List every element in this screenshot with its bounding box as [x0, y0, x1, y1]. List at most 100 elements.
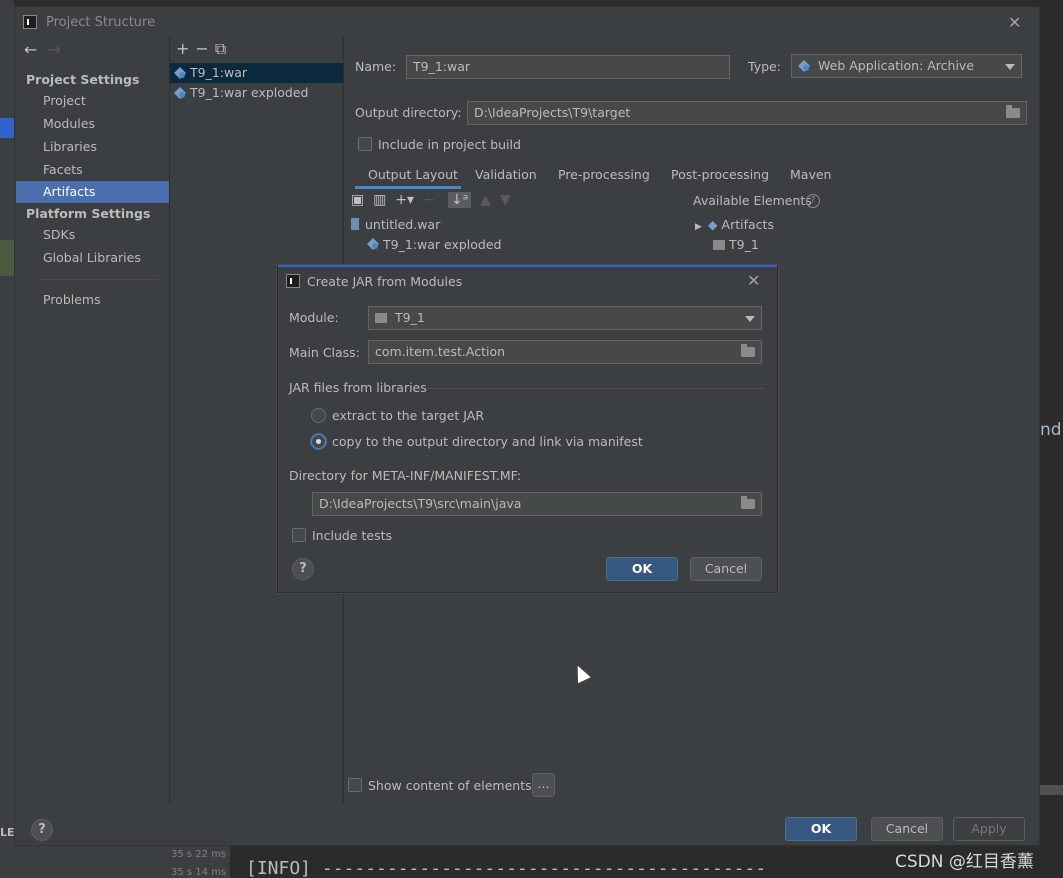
cancel-button[interactable]: Cancel	[871, 817, 943, 841]
web-artifact-icon	[174, 87, 186, 99]
move-up-icon[interactable]: ▲	[480, 192, 491, 208]
sort-icon[interactable]: ↓ᵃ	[448, 192, 472, 208]
name-field[interactable]: T9_1:war	[406, 55, 730, 79]
module-label: Module:	[289, 310, 339, 325]
war-archive-icon	[351, 218, 359, 230]
jar-files-group-label: JAR files from libraries	[289, 380, 427, 395]
module-folder-icon	[375, 313, 387, 323]
sidebar-item-sdks[interactable]: SDKs	[16, 224, 169, 246]
ok-button[interactable]: OK	[606, 557, 678, 581]
background-ide-left	[0, 0, 14, 878]
sidebar-item-global-libraries[interactable]: Global Libraries	[16, 247, 169, 269]
include-in-build-label: Include in project build	[378, 137, 521, 152]
section-header-platform-settings: Platform Settings	[26, 206, 151, 221]
output-directory-field[interactable]: D:\IdeaProjects\T9\target	[467, 101, 1027, 125]
help-button[interactable]: ?	[292, 558, 314, 580]
artifact-item-label: T9_1:war	[190, 65, 248, 80]
remove-icon[interactable]: −	[423, 192, 435, 208]
tab-maven[interactable]: Maven	[790, 167, 831, 182]
background-selection	[0, 118, 14, 138]
show-content-checkbox[interactable]	[348, 778, 362, 792]
extract-radio-label: extract to the target JAR	[332, 408, 485, 423]
sidebar-item-project[interactable]: Project	[16, 90, 169, 112]
archive-icon[interactable]: ▥	[373, 192, 386, 208]
sidebar-item-problems[interactable]: Problems	[16, 289, 169, 311]
add-icon[interactable]: +	[176, 39, 195, 58]
module-folder-icon	[713, 240, 725, 250]
tree-item-label: Artifacts	[721, 217, 774, 232]
available-tree-item[interactable]: T9_1	[713, 237, 759, 252]
tab-validation[interactable]: Validation	[475, 167, 537, 182]
manifest-directory-label: Directory for META-INF/MANIFEST.MF:	[289, 468, 522, 483]
background-editor-fragment: ndE	[1040, 420, 1063, 440]
tab-output-layout[interactable]: Output Layout	[368, 167, 458, 182]
sidebar-item-libraries[interactable]: Libraries	[16, 136, 169, 158]
group-divider	[426, 388, 764, 389]
type-combo[interactable]: Web Application: Archive	[791, 54, 1022, 78]
manifest-directory-field[interactable]: D:\IdeaProjects\T9\src\main\java	[312, 492, 762, 516]
output-directory-label: Output directory:	[355, 105, 462, 120]
folder-icon[interactable]	[1006, 105, 1020, 118]
type-value: Web Application: Archive	[818, 58, 975, 73]
background-timing: 35 s 14 ms	[171, 867, 227, 878]
tree-item-label: T9_1:war exploded	[383, 237, 502, 252]
remove-icon[interactable]: −	[195, 39, 214, 58]
sidebar-item-modules[interactable]: Modules	[16, 113, 169, 135]
artifact-item[interactable]: T9_1:war exploded	[170, 83, 343, 103]
show-content-label: Show content of elements	[368, 778, 532, 793]
output-directory-value: D:\IdeaProjects\T9\target	[474, 105, 631, 120]
show-content-options-button[interactable]: ...	[532, 773, 555, 797]
main-class-field[interactable]: com.item.test.Action	[368, 340, 762, 364]
folder-icon[interactable]	[741, 344, 755, 357]
include-tests-checkbox[interactable]	[292, 528, 306, 542]
folder-icon[interactable]	[741, 496, 755, 509]
help-button[interactable]: ?	[31, 819, 53, 841]
include-in-build-checkbox[interactable]	[358, 137, 372, 151]
type-label: Type:	[748, 59, 781, 74]
intellij-icon	[23, 15, 37, 29]
tree-item-label: untitled.war	[365, 217, 441, 232]
artifact-item[interactable]: T9_1:war	[170, 63, 343, 83]
dialog-title: Create JAR from Modules	[307, 274, 463, 289]
watermark: CSDN @红目香薰	[895, 852, 1034, 872]
intellij-icon	[286, 274, 300, 288]
close-icon[interactable]: ✕	[747, 271, 760, 290]
new-directory-icon[interactable]: ▣	[351, 192, 364, 208]
sidebar-item-facets[interactable]: Facets	[16, 159, 169, 181]
create-jar-dialog: Create JAR from Modules ✕ Module: T9_1 M…	[277, 265, 778, 593]
forward-arrow-icon[interactable]: →	[47, 40, 60, 59]
help-icon[interactable]: ?	[806, 194, 820, 208]
chevron-down-icon	[745, 316, 755, 322]
web-artifact-icon	[798, 60, 810, 72]
manifest-directory-value: D:\IdeaProjects\T9\src\main\java	[319, 496, 522, 511]
available-tree-item[interactable]: ▶ ◆ Artifacts	[695, 217, 774, 232]
ok-button[interactable]: OK	[785, 817, 857, 841]
web-artifact-icon	[367, 238, 379, 250]
background-highlight	[0, 240, 14, 276]
chevron-down-icon	[1005, 64, 1015, 70]
sidebar-item-artifacts[interactable]: Artifacts	[16, 181, 169, 203]
move-down-icon[interactable]: ▼	[500, 192, 511, 208]
tab-pre-processing[interactable]: Pre-processing	[558, 167, 650, 182]
layout-tree-item[interactable]: untitled.war	[351, 217, 440, 232]
available-elements-label: Available Elements	[693, 193, 812, 208]
module-combo[interactable]: T9_1	[368, 306, 762, 330]
copy-radio[interactable]	[311, 434, 326, 449]
expand-arrow-icon[interactable]: ▶	[695, 222, 702, 232]
layout-tree-item[interactable]: T9_1:war exploded	[367, 237, 501, 252]
include-tests-label: Include tests	[312, 528, 392, 543]
background-console-line: [INFO] ---------------------------------…	[246, 858, 767, 878]
add-copy-icon[interactable]: +▾	[395, 192, 414, 208]
copy-radio-label: copy to the output directory and link vi…	[332, 434, 643, 449]
background-timing: 35 s 22 ms	[171, 849, 227, 860]
tab-post-processing[interactable]: Post-processing	[671, 167, 769, 182]
dialog-focus-border	[278, 265, 777, 267]
copy-icon[interactable]: ⧉	[215, 39, 232, 58]
dialog-title: Project Structure	[46, 15, 156, 30]
close-icon[interactable]: ✕	[1008, 13, 1021, 32]
back-arrow-icon[interactable]: ←	[24, 40, 37, 59]
apply-button[interactable]: Apply	[953, 817, 1025, 841]
layout-toolbar: ▣ ▥ +▾ − ↓ᵃ ▲ ▼	[351, 192, 511, 208]
extract-radio[interactable]	[311, 408, 326, 423]
cancel-button[interactable]: Cancel	[690, 557, 762, 581]
